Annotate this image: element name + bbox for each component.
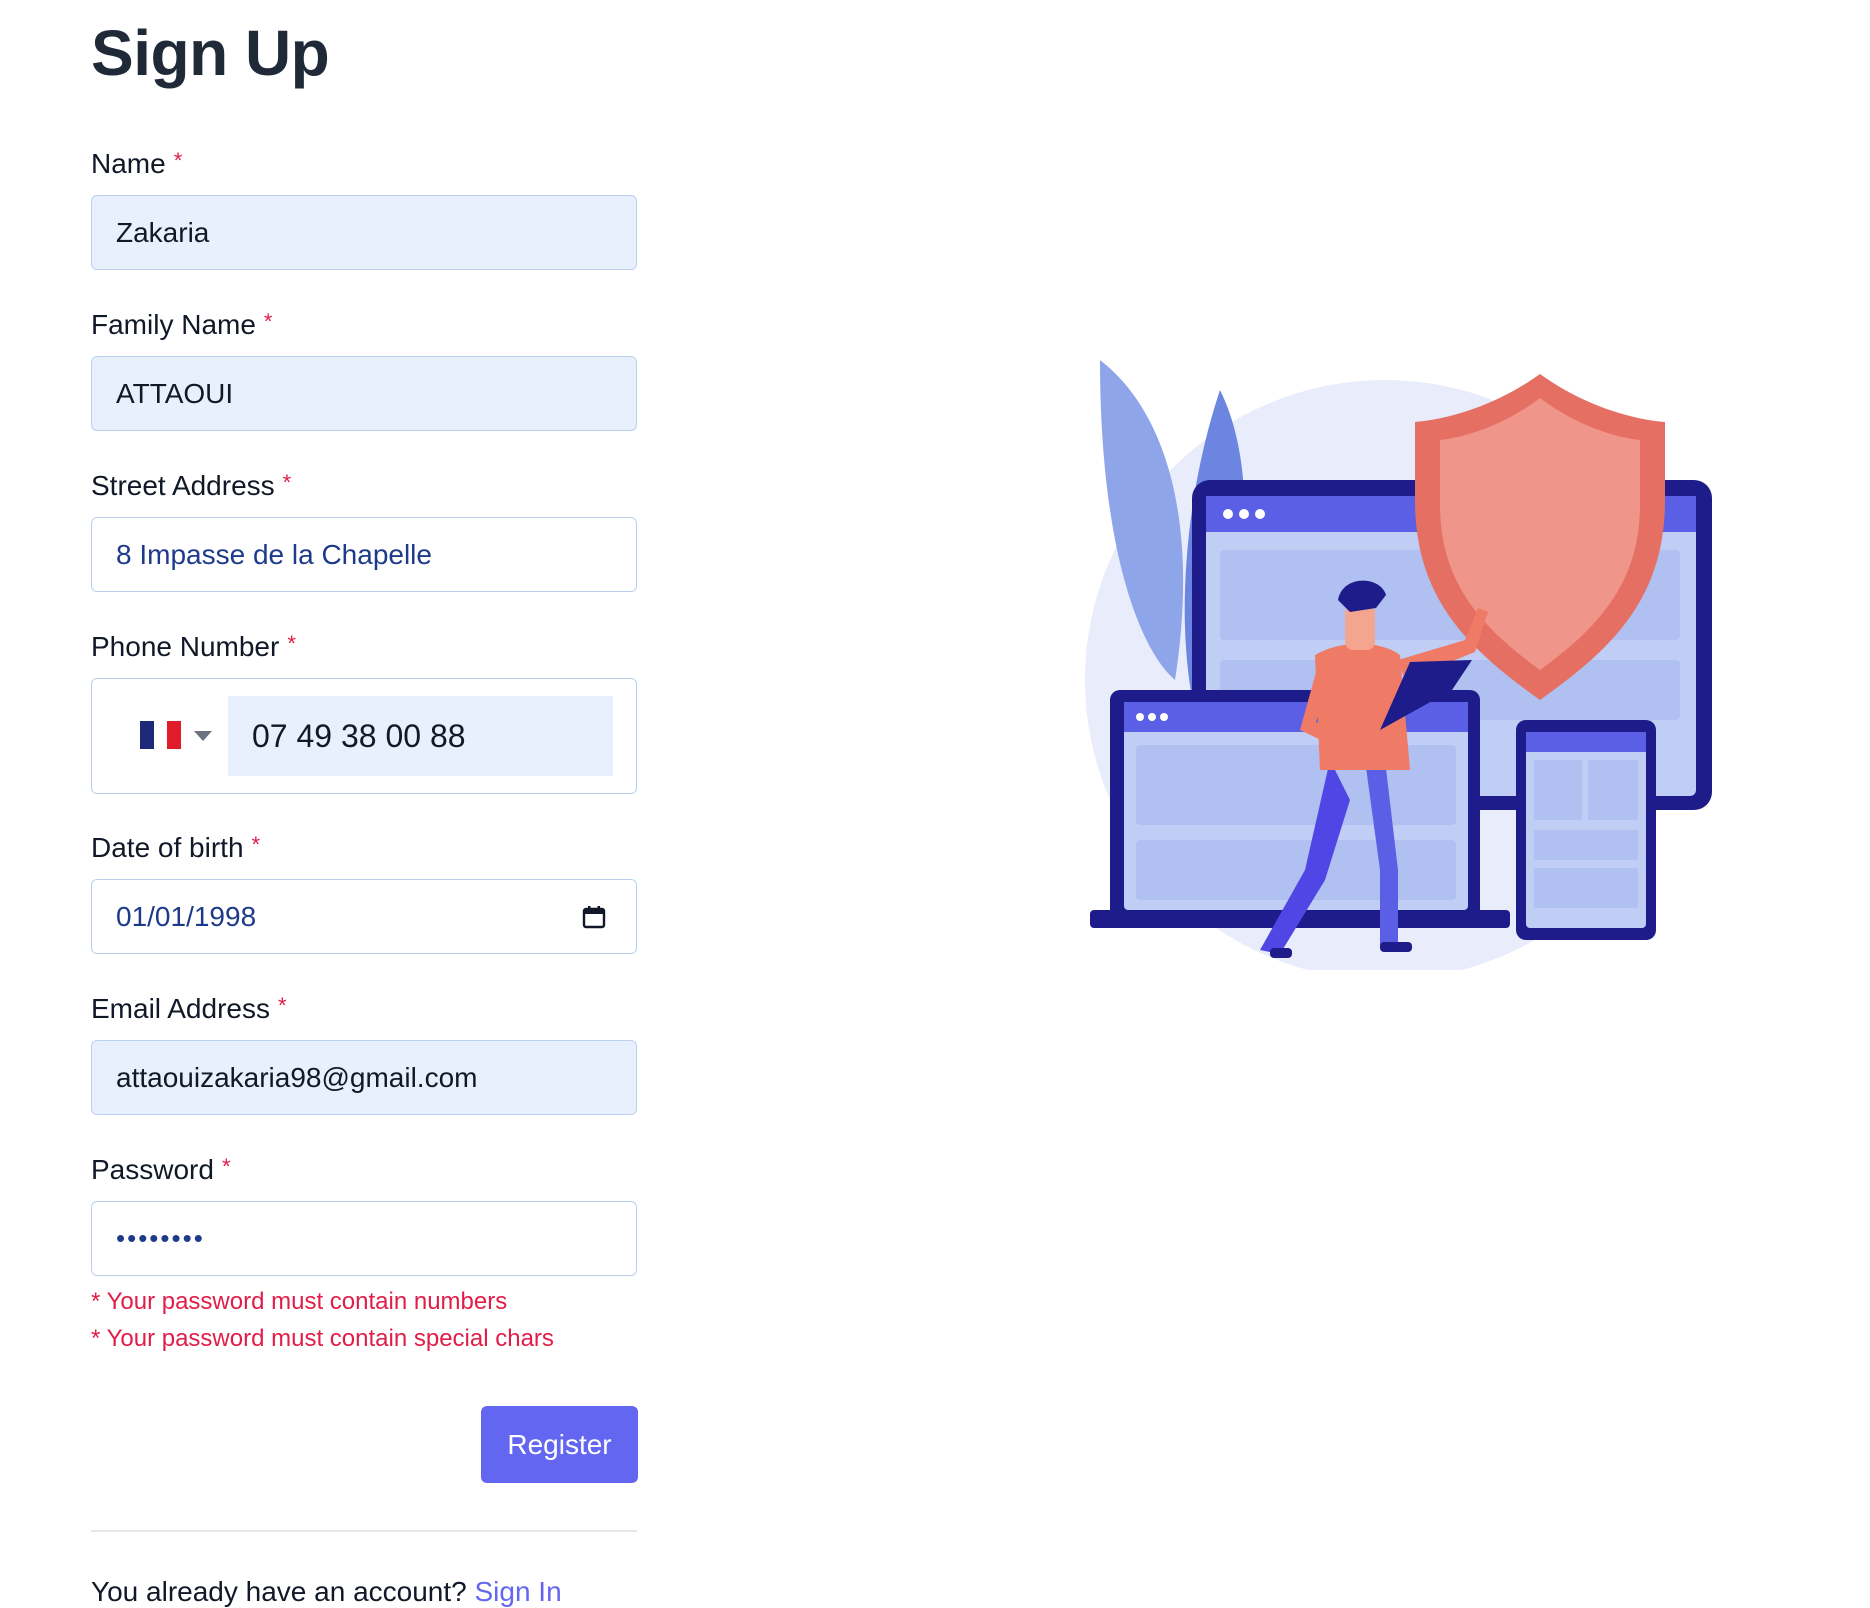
street-address-label-text: Street Address	[91, 470, 275, 501]
signin-link[interactable]: Sign In	[474, 1576, 561, 1607]
phone-input-value: 07 49 38 00 88	[252, 717, 466, 754]
email-label-text: Email Address	[91, 993, 270, 1024]
phone-label-text: Phone Number	[91, 631, 280, 662]
required-mark: *	[263, 309, 273, 334]
phone-label: Phone Number *	[91, 631, 296, 663]
page-title: Sign Up	[91, 17, 330, 89]
required-mark: *	[251, 832, 261, 857]
family-name-label-text: Family Name	[91, 309, 256, 340]
calendar-icon[interactable]	[582, 905, 606, 929]
password-error-special: * Your password must contain special cha…	[91, 1325, 554, 1352]
name-label-text: Name	[91, 148, 166, 179]
required-mark: *	[277, 993, 287, 1018]
register-button[interactable]: Register	[481, 1406, 638, 1483]
email-input[interactable]: attaouizakaria98@gmail.com	[91, 1040, 637, 1115]
required-mark: *	[282, 470, 292, 495]
signin-prompt-text: You already have an account?	[91, 1576, 467, 1607]
family-name-input[interactable]: ATTAOUI	[91, 356, 637, 431]
name-input-value: Zakaria	[116, 216, 210, 248]
street-address-input-value: 8 Impasse de la Chapelle	[116, 538, 432, 570]
dob-label-text: Date of birth	[91, 832, 244, 863]
password-label-text: Password	[91, 1154, 214, 1185]
dob-input[interactable]: 01/01/1998	[91, 879, 637, 954]
required-mark: *	[173, 148, 183, 173]
required-mark: *	[221, 1154, 231, 1179]
password-input-value: ••••••••	[116, 1223, 205, 1253]
divider	[91, 1530, 637, 1532]
family-name-input-value: ATTAOUI	[116, 377, 234, 409]
phone-input[interactable]: 07 49 38 00 88	[228, 696, 613, 776]
family-name-label: Family Name *	[91, 309, 272, 341]
security-illustration	[1085, 360, 1712, 970]
email-input-value: attaouizakaria98@gmail.com	[116, 1061, 478, 1093]
name-input[interactable]: Zakaria	[91, 195, 637, 270]
email-label: Email Address *	[91, 993, 287, 1025]
name-label: Name *	[91, 148, 182, 180]
street-address-label: Street Address *	[91, 470, 291, 502]
street-address-input[interactable]: 8 Impasse de la Chapelle	[91, 517, 637, 592]
chevron-down-icon[interactable]	[194, 731, 212, 741]
password-label: Password *	[91, 1154, 231, 1186]
password-error-numbers: * Your password must contain numbers	[91, 1288, 508, 1315]
dob-label: Date of birth *	[91, 832, 260, 864]
france-flag-icon[interactable]	[140, 721, 182, 749]
dob-input-value: 01/01/1998	[116, 900, 257, 932]
password-input[interactable]: ••••••••	[91, 1201, 637, 1276]
required-mark: *	[287, 631, 296, 656]
phone-field: 07 49 38 00 88	[91, 678, 637, 794]
signin-prompt: You already have an account? Sign In	[91, 1576, 562, 1608]
